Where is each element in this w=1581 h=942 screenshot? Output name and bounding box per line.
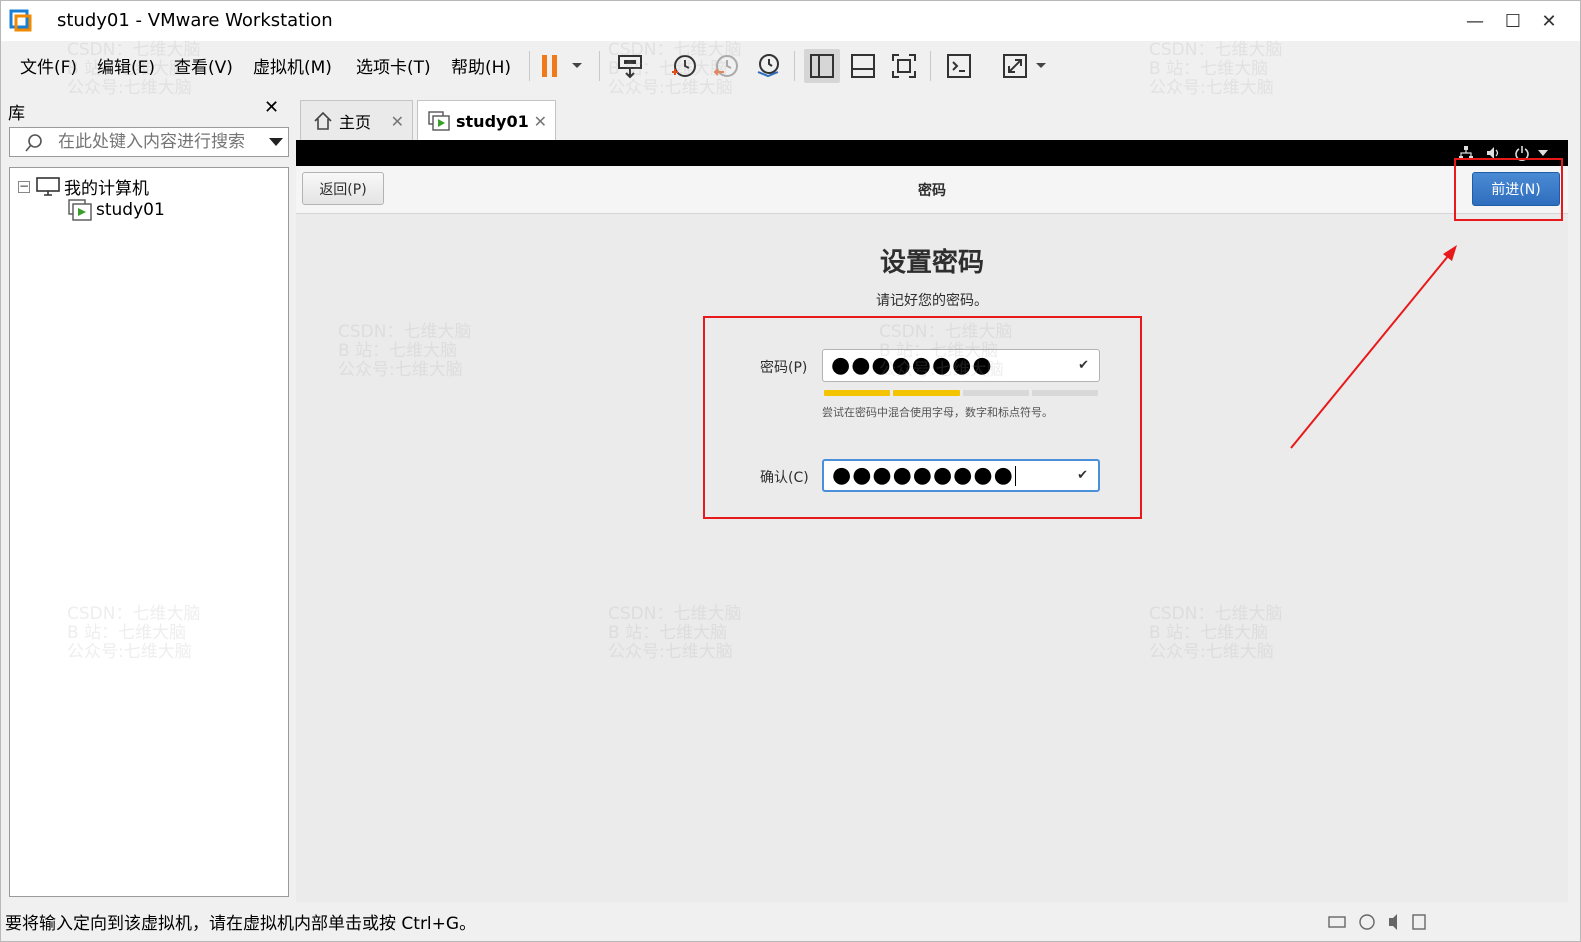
chevron-down-icon[interactable] bbox=[1538, 150, 1548, 156]
tab-study01-close-icon[interactable]: ✕ bbox=[534, 112, 547, 131]
close-window-button[interactable]: ✕ bbox=[1531, 7, 1567, 35]
tab-bar: 主页 ✕ study01 ✕ bbox=[296, 91, 1568, 141]
menu-vm[interactable]: 虚拟机(M) bbox=[251, 51, 334, 80]
tab-home-label: 主页 bbox=[339, 113, 372, 132]
vm-running-icon bbox=[428, 111, 450, 131]
search-dropdown-icon[interactable] bbox=[268, 137, 284, 147]
tree-root-label: 我的计算机 bbox=[64, 179, 149, 199]
menu-tabs[interactable]: 选项卡(T) bbox=[354, 51, 433, 80]
send-ctrl-alt-del-button[interactable] bbox=[612, 49, 648, 83]
snapshot-manager-icon bbox=[757, 54, 779, 78]
tree-item-study01[interactable]: study01 bbox=[68, 199, 165, 221]
snapshot-manager-button[interactable] bbox=[750, 49, 786, 83]
console-icon bbox=[947, 54, 971, 78]
menu-toolbar: 文件(F) 编辑(E) 查看(V) 虚拟机(M) 选项卡(T) 帮助(H) bbox=[1, 41, 1580, 89]
tree-item-my-computer[interactable]: − 我的计算机 bbox=[18, 174, 149, 199]
status-text: 要将输入定向到该虚拟机，请在虚拟机内部单击或按 Ctrl+G。 bbox=[5, 914, 477, 934]
window-title: study01 - VMware Workstation bbox=[57, 10, 333, 31]
guest-header: 返回(P) 密码 前进(N) bbox=[296, 166, 1568, 214]
annotation-box-next bbox=[1454, 158, 1563, 221]
chevron-down-icon bbox=[1036, 63, 1046, 68]
snapshot-icon bbox=[672, 55, 696, 77]
snapshot-button[interactable] bbox=[666, 49, 702, 83]
guest-top-bar bbox=[296, 140, 1568, 166]
search-icon bbox=[25, 134, 42, 152]
pause-button[interactable] bbox=[537, 49, 563, 83]
vmware-window: study01 - VMware Workstation — ☐ ✕ 文件(F)… bbox=[0, 0, 1581, 942]
toolbar-separator bbox=[599, 51, 600, 81]
fullscreen-icon bbox=[892, 54, 916, 78]
pause-icon bbox=[542, 55, 557, 77]
header-title: 密码 bbox=[918, 183, 946, 199]
tab-home-close-icon[interactable]: ✕ bbox=[391, 112, 404, 131]
show-thumbnail-bar-button[interactable] bbox=[845, 49, 881, 83]
menu-help[interactable]: 帮助(H) bbox=[449, 51, 513, 80]
annotation-arrow-icon bbox=[1290, 245, 1457, 449]
vm-running-icon bbox=[68, 199, 92, 221]
revert-snapshot-button[interactable] bbox=[708, 49, 744, 83]
console-view-button[interactable] bbox=[941, 49, 977, 83]
stretch-icon bbox=[1003, 54, 1027, 78]
send-keys-icon bbox=[618, 55, 642, 79]
library-close-button[interactable]: ✕ bbox=[264, 97, 279, 118]
status-bar: 要将输入定向到该虚拟机，请在虚拟机内部单击或按 Ctrl+G。 bbox=[1, 903, 1580, 941]
full-screen-button[interactable] bbox=[886, 49, 922, 83]
library-panel: 库 ✕ − 我的计算机 study01 bbox=[1, 91, 293, 903]
maximize-button[interactable]: ☐ bbox=[1495, 7, 1531, 35]
computer-icon bbox=[36, 176, 60, 196]
tree-expander-icon[interactable]: − bbox=[18, 180, 30, 193]
menu-edit[interactable]: 编辑(E) bbox=[95, 51, 157, 80]
toolbar-separator bbox=[529, 51, 530, 81]
library-search-input[interactable] bbox=[58, 132, 268, 152]
library-title: 库 bbox=[8, 104, 25, 124]
tab-home[interactable]: 主页 ✕ bbox=[300, 100, 413, 141]
pause-dropdown-button[interactable] bbox=[567, 49, 587, 83]
stretch-dropdown-button[interactable] bbox=[1031, 49, 1051, 83]
title-bar: study01 - VMware Workstation — ☐ ✕ bbox=[1, 1, 1580, 41]
menu-file[interactable]: 文件(F) bbox=[18, 51, 79, 80]
device-status-icons bbox=[1328, 914, 1426, 930]
library-search-box bbox=[9, 127, 289, 157]
stretch-guest-button[interactable] bbox=[997, 49, 1033, 83]
vmware-logo-icon bbox=[9, 9, 32, 32]
menu-view[interactable]: 查看(V) bbox=[172, 51, 235, 80]
revert-snapshot-icon bbox=[713, 55, 738, 77]
tab-study01-label: study01 bbox=[456, 111, 529, 131]
home-icon bbox=[314, 111, 332, 130]
tab-study01[interactable]: study01 ✕ bbox=[417, 100, 556, 141]
library-layout-icon bbox=[810, 54, 834, 78]
show-library-button[interactable] bbox=[804, 49, 840, 83]
toolbar-separator bbox=[794, 51, 795, 81]
toolbar-separator bbox=[930, 51, 931, 81]
tree-child-label: study01 bbox=[96, 200, 165, 220]
chevron-down-icon bbox=[572, 63, 582, 68]
annotation-box-fields bbox=[703, 316, 1142, 519]
library-tree: − 我的计算机 study01 bbox=[9, 167, 289, 897]
minimize-button[interactable]: — bbox=[1457, 7, 1493, 35]
thumbnail-layout-icon bbox=[851, 54, 875, 78]
